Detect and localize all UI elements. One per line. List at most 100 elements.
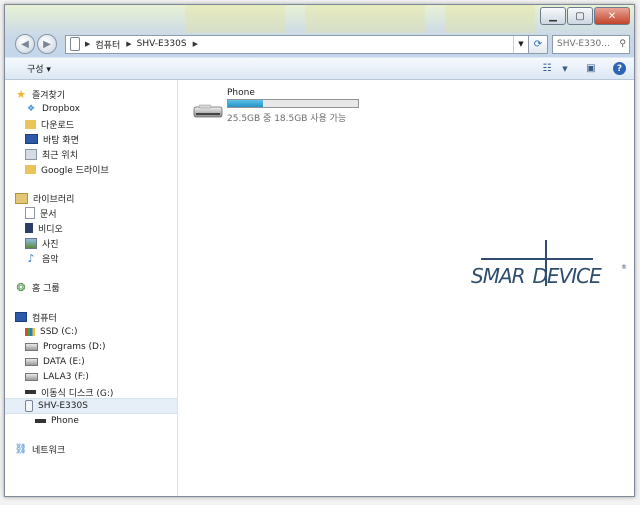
- storage-name: Phone: [227, 88, 255, 98]
- nav-item-documents[interactable]: 문서: [25, 206, 197, 220]
- nav-item-drive-g[interactable]: 이동식 디스크 (G:): [25, 385, 197, 399]
- refresh-button[interactable]: ⟳: [529, 34, 548, 54]
- nav-item-label: Dropbox: [42, 104, 80, 114]
- nav-item-dropbox[interactable]: ❖ Dropbox: [25, 102, 197, 116]
- breadcrumb-device[interactable]: SHV-E330S: [137, 39, 187, 49]
- nav-item-label: LALA3 (F:): [43, 372, 89, 382]
- phone-icon: [70, 37, 80, 51]
- logo-wordmark: SMAR DEVICE: [471, 264, 602, 288]
- nav-item-label: Google 드라이브: [41, 165, 109, 176]
- title-bar: ▁ ▢ ✕ ◀ ▶ ▶ 컴퓨터 ▶ SHV-E330S ▶ ▼ ⟳ SHV-E3…: [5, 5, 634, 57]
- nav-homegroup[interactable]: ❂ 홈 그룹: [15, 280, 187, 294]
- nav-item-drive-d[interactable]: Programs (D:): [25, 340, 197, 354]
- background-patch: [185, 5, 285, 33]
- logo-horizontal-line: [481, 258, 593, 260]
- nav-item-label: SHV-E330S: [38, 401, 88, 411]
- nav-item-desktop[interactable]: 바탕 화면: [25, 132, 197, 146]
- dropbox-icon: ❖: [26, 104, 36, 114]
- nav-item-music[interactable]: ♪ 음악: [25, 251, 197, 265]
- library-icon: [15, 192, 28, 204]
- refresh-icon: ⟳: [533, 38, 543, 50]
- background-patch: [445, 5, 535, 33]
- breadcrumb-separator-icon[interactable]: ▶: [193, 40, 198, 48]
- star-icon: ★: [16, 87, 26, 101]
- nav-item-label: 문서: [40, 209, 57, 220]
- view-options-icon[interactable]: ☷: [539, 62, 555, 76]
- nav-network[interactable]: ⛓ 네트워크: [15, 442, 187, 456]
- address-dropdown-button[interactable]: ▼: [513, 35, 528, 53]
- google-drive-folder-icon: [25, 164, 36, 174]
- storage-usage-fill: [228, 100, 264, 107]
- nav-computer[interactable]: 컴퓨터: [15, 310, 187, 324]
- nav-favorites[interactable]: ★ 즐겨찾기: [15, 87, 187, 101]
- minimize-button[interactable]: ▁: [540, 7, 566, 25]
- phone-storage-icon: [35, 419, 46, 423]
- windows-drive-icon: [25, 328, 35, 336]
- nav-item-drive-c[interactable]: SSD (C:): [25, 325, 197, 339]
- background-patch: [305, 5, 425, 33]
- nav-item-downloads[interactable]: 다운로드: [25, 117, 197, 131]
- nav-item-label: SSD (C:): [40, 327, 78, 337]
- preview-pane-icon[interactable]: ▣: [583, 62, 599, 76]
- view-dropdown-icon[interactable]: ▼: [557, 62, 573, 76]
- nav-network-label: 네트워크: [32, 445, 66, 456]
- nav-item-pictures[interactable]: 사진: [25, 236, 197, 250]
- organize-button[interactable]: 구성 ▾: [27, 62, 51, 75]
- nav-item-label: 이동식 디스크 (G:): [41, 388, 114, 399]
- logo-registered-mark: ®: [621, 264, 627, 271]
- help-icon[interactable]: ?: [613, 62, 626, 75]
- nav-item-label: 바탕 화면: [43, 135, 79, 146]
- computer-icon: [15, 312, 27, 322]
- navigation-pane: ★ 즐겨찾기 ❖ Dropbox 다운로드 바탕 화면 최근 위치 Google…: [5, 80, 178, 496]
- downloads-folder-icon: [25, 119, 36, 129]
- nav-item-drive-f[interactable]: LALA3 (F:): [25, 370, 197, 384]
- nav-libraries-label: 라이브러리: [33, 194, 75, 205]
- nav-libraries[interactable]: 라이브러리: [15, 191, 187, 205]
- nav-item-shv-e330s[interactable]: SHV-E330S: [5, 398, 177, 414]
- content-pane: Phone 25.5GB 중 18.5GB 사용 가능 SMAR DEVICE ®: [178, 80, 634, 496]
- close-icon: ✕: [607, 10, 617, 22]
- nav-item-videos[interactable]: 비디오: [25, 221, 197, 235]
- breadcrumb-separator-icon[interactable]: ▶: [85, 40, 90, 48]
- music-icon: ♪: [27, 251, 35, 265]
- hard-drive-icon: [25, 343, 38, 351]
- nav-item-drive-e[interactable]: DATA (E:): [25, 355, 197, 369]
- maximize-icon: ▢: [575, 10, 585, 22]
- command-bar: 구성 ▾ ☷ ▼ ▣ ?: [5, 58, 634, 80]
- nav-item-label: Programs (D:): [43, 342, 106, 352]
- nav-favorites-label: 즐겨찾기: [32, 90, 66, 101]
- hard-drive-icon: [25, 358, 38, 366]
- close-button[interactable]: ✕: [594, 7, 630, 25]
- address-bar[interactable]: ▶ 컴퓨터 ▶ SHV-E330S ▶ ▼: [65, 34, 529, 54]
- homegroup-icon: ❂: [16, 280, 26, 294]
- nav-item-label: 사진: [42, 239, 59, 250]
- removable-storage-icon: [193, 104, 223, 118]
- videos-icon: [25, 223, 33, 233]
- documents-icon: [25, 207, 35, 219]
- nav-item-recent[interactable]: 최근 위치: [25, 147, 197, 161]
- breadcrumb-computer[interactable]: 컴퓨터: [95, 38, 120, 51]
- maximize-button[interactable]: ▢: [567, 7, 593, 25]
- search-input[interactable]: SHV-E330...: [557, 39, 610, 49]
- nav-item-label: Phone: [51, 416, 79, 426]
- forward-button[interactable]: ▶: [37, 34, 57, 54]
- back-arrow-icon: ◀: [21, 38, 29, 50]
- storage-usage-bar: [227, 99, 359, 108]
- navigation-row: ◀ ▶ ▶ 컴퓨터 ▶ SHV-E330S ▶ ▼ ⟳ SHV-E330... …: [15, 33, 630, 55]
- nav-item-label: 비디오: [38, 224, 63, 235]
- hard-drive-icon: [25, 373, 38, 381]
- search-icon[interactable]: ⚲: [619, 39, 626, 49]
- desktop-icon: [25, 134, 38, 144]
- back-button[interactable]: ◀: [15, 34, 35, 54]
- storage-space-text: 25.5GB 중 18.5GB 사용 가능: [227, 114, 347, 124]
- network-icon: ⛓: [14, 443, 28, 455]
- nav-homegroup-label: 홈 그룹: [32, 283, 60, 294]
- nav-item-label: DATA (E:): [43, 357, 85, 367]
- removable-drive-icon: [25, 390, 36, 394]
- nav-item-label: 최근 위치: [42, 150, 78, 161]
- nav-item-label: 다운로드: [41, 120, 75, 131]
- nav-item-google-drive[interactable]: Google 드라이브: [25, 162, 197, 176]
- breadcrumb-separator-icon[interactable]: ▶: [126, 40, 131, 48]
- search-box[interactable]: SHV-E330... ⚲: [552, 34, 630, 54]
- window-controls: ▁ ▢ ✕: [539, 7, 630, 25]
